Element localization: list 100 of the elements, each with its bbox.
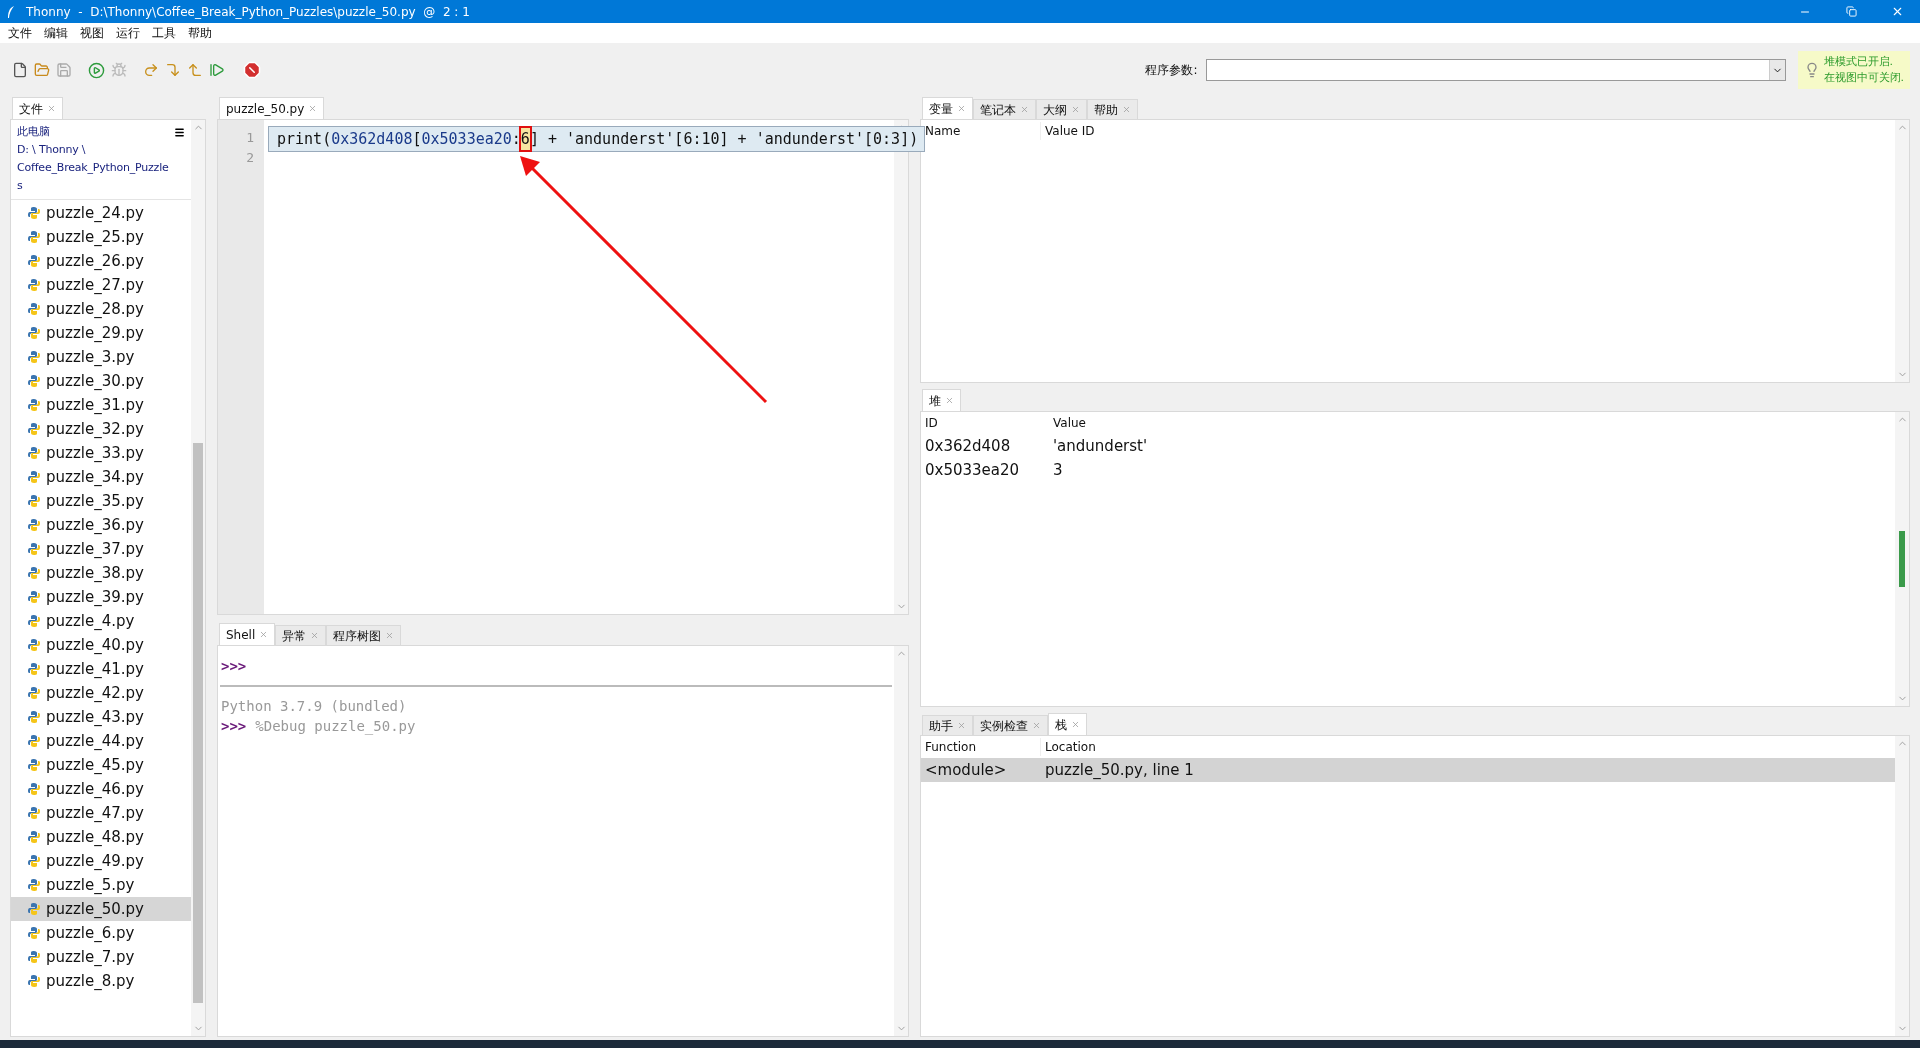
file-item[interactable]: puzzle_7.py (11, 945, 191, 969)
close-icon[interactable] (385, 631, 395, 640)
panel-tab[interactable]: 文件 (12, 97, 63, 119)
file-item[interactable]: puzzle_27.py (11, 273, 191, 297)
menu-item[interactable]: 工具 (146, 24, 182, 42)
panel-tab[interactable]: Shell (219, 623, 276, 645)
file-item[interactable]: puzzle_43.py (11, 705, 191, 729)
file-item[interactable]: puzzle_8.py (11, 969, 191, 993)
close-icon[interactable] (957, 721, 966, 730)
file-item[interactable]: puzzle_40.py (11, 633, 191, 657)
file-item[interactable]: puzzle_6.py (11, 921, 191, 945)
panel-tab[interactable]: 程序树图 (326, 625, 402, 645)
panel-tab[interactable]: 笔记本 (973, 99, 1036, 119)
panel-tab[interactable]: 栈 (1048, 713, 1087, 735)
panel-tab[interactable]: 异常 (275, 625, 327, 645)
scrollbar[interactable] (191, 120, 205, 1036)
menu-item[interactable]: 编辑 (38, 24, 74, 42)
menu-icon[interactable] (174, 127, 185, 138)
new-file-icon[interactable] (12, 62, 28, 78)
close-icon[interactable] (47, 104, 56, 113)
file-item[interactable]: puzzle_30.py (11, 369, 191, 393)
path-text[interactable]: s (17, 177, 23, 195)
debug-icon[interactable] (111, 62, 127, 78)
file-item[interactable]: puzzle_5.py (11, 873, 191, 897)
step-out-icon[interactable] (187, 62, 203, 78)
column-header[interactable]: Location (1041, 738, 1096, 756)
file-item[interactable]: puzzle_47.py (11, 801, 191, 825)
path-text[interactable]: 此电脑 (17, 123, 50, 141)
close-icon[interactable] (957, 104, 966, 113)
close-icon[interactable] (1020, 105, 1029, 114)
scrollbar[interactable] (1895, 736, 1909, 1036)
file-item[interactable]: puzzle_36.py (11, 513, 191, 537)
close-icon[interactable] (1122, 105, 1131, 114)
file-item[interactable]: puzzle_44.py (11, 729, 191, 753)
table-cell-text: 'andunderst' (1052, 435, 1148, 457)
program-args-field[interactable] (1205, 59, 1786, 81)
panel-tab[interactable]: puzzle_50.py (219, 97, 325, 119)
column-header[interactable]: Name (921, 122, 1041, 140)
file-item[interactable]: puzzle_45.py (11, 753, 191, 777)
panel-tab[interactable]: 堆 (922, 389, 961, 411)
file-item[interactable]: puzzle_38.py (11, 561, 191, 585)
file-item[interactable]: puzzle_50.py (11, 897, 191, 921)
path-text[interactable]: D: \ Thonny \ (17, 141, 86, 159)
step-over-icon[interactable] (143, 62, 159, 78)
close-icon[interactable] (310, 631, 320, 640)
tip-text: 在视图中可关闭. (1823, 70, 1904, 86)
resume-icon[interactable] (209, 62, 225, 78)
menu-item[interactable]: 文件 (2, 24, 38, 42)
close-icon[interactable] (259, 630, 269, 639)
file-item[interactable]: puzzle_3.py (11, 345, 191, 369)
file-item[interactable]: puzzle_34.py (11, 465, 191, 489)
panel-tab[interactable]: 实例检查 (973, 715, 1048, 735)
file-item[interactable]: puzzle_37.py (11, 537, 191, 561)
file-item[interactable]: puzzle_41.py (11, 657, 191, 681)
menu-item[interactable]: 运行 (110, 24, 146, 42)
panel-tab[interactable]: 大纲 (1036, 99, 1087, 119)
file-item[interactable]: puzzle_24.py (11, 201, 191, 225)
file-item[interactable]: puzzle_42.py (11, 681, 191, 705)
menu-item[interactable]: 帮助 (182, 24, 218, 42)
column-header[interactable]: Value (1049, 414, 1086, 432)
file-item[interactable]: puzzle_35.py (11, 489, 191, 513)
file-item[interactable]: puzzle_29.py (11, 321, 191, 345)
file-item[interactable]: puzzle_31.py (11, 393, 191, 417)
menu-item[interactable]: 视图 (74, 24, 110, 42)
close-icon[interactable] (1032, 721, 1041, 730)
stack-row[interactable]: <module> puzzle_50.py, line 1 (921, 758, 1895, 782)
close-icon[interactable] (1071, 720, 1080, 729)
panel-tab[interactable]: 助手 (922, 715, 973, 735)
scrollbar[interactable] (1895, 412, 1909, 706)
panel-tab[interactable]: 变量 (922, 97, 973, 119)
panel-tab[interactable]: 帮助 (1087, 99, 1138, 119)
close-icon[interactable] (308, 104, 318, 113)
restore-icon[interactable] (1845, 6, 1857, 17)
file-item[interactable]: puzzle_46.py (11, 777, 191, 801)
save-icon[interactable] (56, 62, 72, 78)
file-item[interactable]: puzzle_39.py (11, 585, 191, 609)
column-header[interactable]: Value ID (1041, 122, 1095, 140)
file-item[interactable]: puzzle_26.py (11, 249, 191, 273)
column-header[interactable]: ID (921, 414, 1049, 432)
open-folder-icon[interactable] (34, 62, 50, 78)
python-file-icon (27, 494, 41, 508)
column-header[interactable]: Function (921, 738, 1041, 756)
scrollbar-thumb[interactable] (193, 443, 203, 1003)
file-item[interactable]: puzzle_49.py (11, 849, 191, 873)
scrollbar[interactable] (1895, 120, 1909, 382)
close-icon[interactable] (945, 396, 954, 405)
stop-icon[interactable] (243, 61, 261, 79)
file-item[interactable]: puzzle_32.py (11, 417, 191, 441)
file-item[interactable]: puzzle_33.py (11, 441, 191, 465)
file-item[interactable]: puzzle_28.py (11, 297, 191, 321)
file-item[interactable]: puzzle_48.py (11, 825, 191, 849)
file-item[interactable]: puzzle_4.py (11, 609, 191, 633)
path-text[interactable]: Coffee_Break_Python_Puzzle (17, 159, 169, 177)
scrollbar-thumb[interactable] (1899, 531, 1905, 587)
scrollbar[interactable] (894, 646, 908, 1036)
run-icon[interactable] (88, 61, 105, 79)
file-item[interactable]: puzzle_25.py (11, 225, 191, 249)
python-file-icon (27, 254, 41, 268)
close-icon[interactable] (1071, 105, 1080, 114)
step-into-icon[interactable] (165, 62, 181, 78)
